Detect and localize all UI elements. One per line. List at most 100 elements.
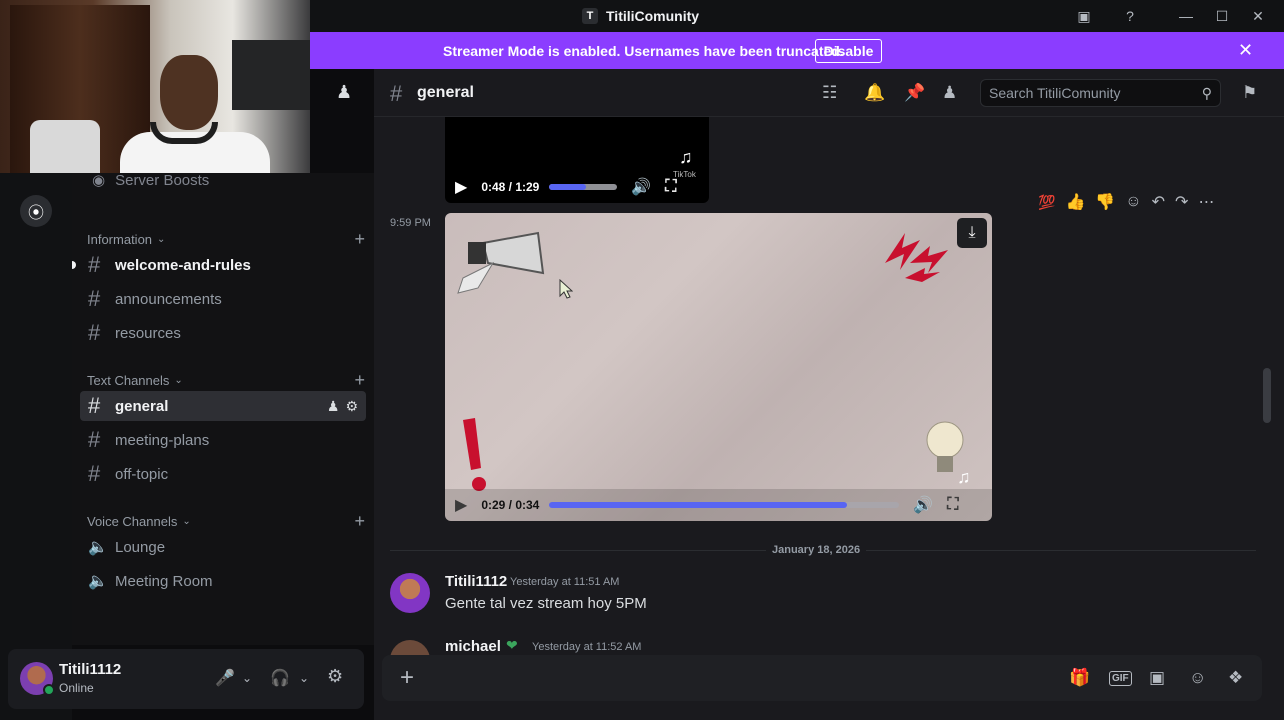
volume-icon[interactable]: 🔊 xyxy=(631,177,651,197)
avatar[interactable] xyxy=(390,573,430,613)
message-author[interactable]: Titili1112 xyxy=(445,573,507,590)
disable-streamer-mode-button[interactable]: Disable xyxy=(815,39,882,63)
online-status-dot xyxy=(43,684,55,696)
inbox-icon[interactable]: ▣ xyxy=(1074,6,1094,26)
text-channel-icon: # xyxy=(88,461,101,486)
microphone-icon[interactable]: 🎤 xyxy=(215,668,235,688)
thumbs-up-icon[interactable]: 👍 xyxy=(1065,192,1085,212)
channel-welcome-and-rules[interactable]: # welcome-and-rules xyxy=(80,250,366,280)
chevron-down-icon: ⌄ xyxy=(182,516,191,527)
help-icon[interactable]: ? xyxy=(1120,6,1140,26)
video-progress-fill xyxy=(549,502,847,508)
channel-meeting-plans[interactable]: # meeting-plans xyxy=(80,425,366,455)
date-divider-label: January 18, 2026 xyxy=(766,544,867,556)
video-player-2[interactable]: ♫ ▶ 0:29 / 0:34 🔊 ⛶ xyxy=(445,213,992,521)
thumbs-down-icon[interactable]: 👎 xyxy=(1095,192,1115,212)
fullscreen-icon[interactable]: ⛶ xyxy=(947,496,958,514)
voice-channel-lounge[interactable]: 🔈 Lounge xyxy=(80,532,366,562)
window-title: TitiliComunity xyxy=(606,8,700,24)
video-progress-track[interactable] xyxy=(549,502,900,508)
voice-channel-meeting-room[interactable]: 🔈 Meeting Room xyxy=(80,566,366,596)
close-icon[interactable]: ✕ xyxy=(1248,6,1268,26)
text-channel-icon: # xyxy=(88,320,101,345)
channel-label: Meeting Room xyxy=(115,572,213,590)
video-time: 0:48 / 1:29 xyxy=(481,180,540,194)
webcam-overlay xyxy=(0,0,310,173)
username[interactable]: Titili1112 xyxy=(59,661,121,678)
reply-icon[interactable]: ↶ xyxy=(1152,192,1165,212)
category-label: Text Channels xyxy=(87,373,170,388)
volume-icon[interactable]: 🔊 xyxy=(913,495,933,515)
invite-icon[interactable]: ♟ xyxy=(327,398,340,415)
message-timestamp: Yesterday at 11:51 AM xyxy=(510,576,620,588)
gear-icon[interactable]: ⚙ xyxy=(327,666,343,687)
create-channel-icon[interactable]: + xyxy=(354,511,365,532)
next-message-header: michael ❤ Yesterday at 11:52 AM xyxy=(440,636,700,655)
banner-close-icon[interactable]: ✕ xyxy=(1238,40,1253,61)
server-rail: ⦿ xyxy=(0,173,72,720)
channel-header: # general ☷ 🔔 📌 ♟ Search TitiliComunity … xyxy=(374,69,1284,117)
attach-plus-icon[interactable]: + xyxy=(400,664,414,692)
lightning-illustration xyxy=(885,233,948,282)
text-channel-icon: # xyxy=(390,81,403,106)
add-reaction-icon[interactable]: ☺ xyxy=(1125,193,1141,211)
play-icon[interactable]: ▶ xyxy=(455,495,467,515)
more-icon[interactable]: ⋯ xyxy=(1198,192,1214,212)
video-time: 0:29 / 0:34 xyxy=(481,498,540,512)
apps-icon[interactable]: ❖ xyxy=(1228,668,1243,688)
headphones-icon[interactable]: 🎧 xyxy=(270,668,290,688)
avatar[interactable] xyxy=(390,640,430,655)
video-controls: ▶ 0:48 / 1:29 🔊 ⛶ xyxy=(445,171,709,203)
message-composer[interactable]: + 🎁 GIF ▣ ☺ ❖ xyxy=(382,655,1262,701)
chat-scrollbar[interactable] xyxy=(1263,368,1271,423)
video-progress-track[interactable] xyxy=(549,184,618,190)
channel-label: off-topic xyxy=(115,465,169,483)
threads-icon[interactable]: ☷ xyxy=(822,83,837,103)
channel-label: general xyxy=(115,397,169,415)
download-icon[interactable]: ⤓ xyxy=(957,218,987,248)
channel-label: meeting-plans xyxy=(115,431,210,449)
server-boosts-item[interactable]: ◉ Server Boosts xyxy=(92,171,210,190)
gif-icon[interactable]: GIF xyxy=(1109,671,1132,686)
sticker-icon[interactable]: ▣ xyxy=(1149,668,1165,688)
chevron-down-icon[interactable]: ⌄ xyxy=(242,671,252,685)
bell-icon[interactable]: 🔔 xyxy=(864,83,885,103)
text-channel-icon: # xyxy=(88,286,101,311)
bookmark-icon[interactable]: ⚑ xyxy=(1242,83,1257,103)
forward-icon[interactable]: ↷ xyxy=(1175,192,1188,212)
maximize-icon[interactable]: ☐ xyxy=(1212,6,1232,26)
channel-off-topic[interactable]: # off-topic xyxy=(80,459,366,489)
video-progress-fill xyxy=(549,184,587,190)
message-timestamp: Yesterday at 11:52 AM xyxy=(532,641,642,653)
category-text-channels[interactable]: Text Channels ⌄ + xyxy=(87,370,365,391)
video-player-1[interactable]: ♫ TikTok ▶ 0:48 / 1:29 🔊 ⛶ xyxy=(445,117,709,203)
message-actions-bar: 💯 👍 👎 ☺ ↶ ↷ ⋯ xyxy=(1038,188,1244,216)
gear-icon[interactable]: ⚙ xyxy=(345,398,358,415)
search-input[interactable]: Search TitiliComunity ⚲ xyxy=(980,79,1221,107)
unread-indicator xyxy=(72,261,76,269)
chevron-down-icon[interactable]: ⌄ xyxy=(299,671,309,685)
server-boosts-label: Server Boosts xyxy=(115,171,210,189)
message-author[interactable]: michael xyxy=(445,638,501,655)
mouse-cursor-icon xyxy=(559,279,573,299)
pin-icon[interactable]: 📌 xyxy=(904,83,925,103)
create-channel-icon[interactable]: + xyxy=(354,229,365,250)
gift-icon[interactable]: 🎁 xyxy=(1069,668,1090,688)
discover-servers-icon[interactable]: ⦿ xyxy=(20,195,52,227)
category-voice-channels[interactable]: Voice Channels ⌄ + xyxy=(87,511,365,532)
create-channel-icon[interactable]: + xyxy=(354,370,365,391)
message-timestamp: 9:59 PM xyxy=(390,217,431,229)
minimize-icon[interactable]: — xyxy=(1176,6,1196,26)
friends-icon[interactable]: ♟ xyxy=(336,82,352,103)
chevron-down-icon: ⌄ xyxy=(157,234,166,245)
text-channel-icon: # xyxy=(88,393,101,418)
play-icon[interactable]: ▶ xyxy=(455,177,467,197)
channel-general[interactable]: # general ♟ ⚙ xyxy=(80,391,366,421)
emoji-icon[interactable]: ☺ xyxy=(1189,668,1206,688)
fullscreen-icon[interactable]: ⛶ xyxy=(665,178,676,196)
channel-resources[interactable]: # resources xyxy=(80,318,366,348)
member-list-icon[interactable]: ♟ xyxy=(942,83,957,103)
channel-announcements[interactable]: # announcements xyxy=(80,284,366,314)
hundred-reaction-icon[interactable]: 💯 xyxy=(1038,194,1055,211)
category-information[interactable]: Information ⌄ + xyxy=(87,229,365,250)
